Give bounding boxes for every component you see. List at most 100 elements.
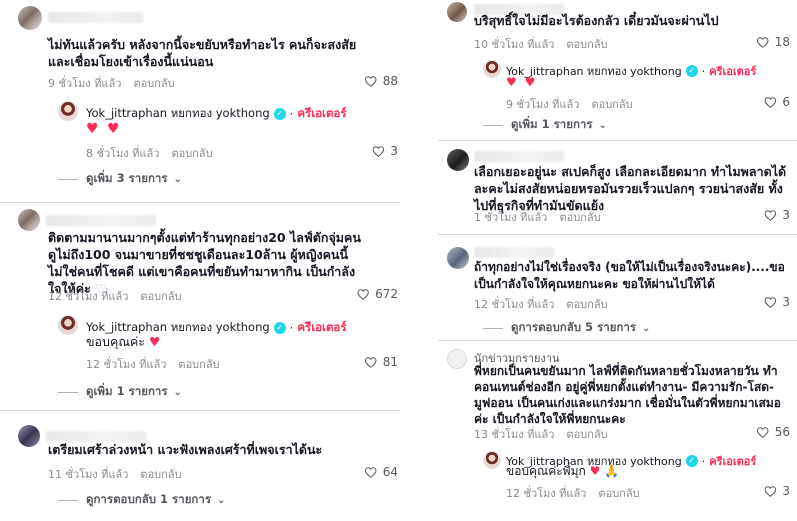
comment-item: ถ้าทุกอย่างไม่ใช่เรื่องจริง (ขอให้ไม่เป็… <box>438 235 797 338</box>
view-more-label: ดูเพิ่ม 1 รายการ <box>86 384 168 398</box>
blurred-username <box>46 215 156 226</box>
like-button[interactable]: 88 <box>365 74 398 88</box>
comment-meta: 13 ชั่วโมง ที่แล้ว ตอบกลับ <box>474 425 608 443</box>
heart-outline-icon <box>764 297 776 308</box>
user-avatar[interactable] <box>447 149 469 171</box>
heart-outline-icon <box>764 486 776 497</box>
creator-reply-meta: 8 ชั่วโมง ที่แล้ว ตอบกลับ <box>86 144 213 162</box>
comment-item: นักข่าวมุกรายงาน พี่หยกเป็นคนขยันมาก ไลฟ… <box>438 341 797 521</box>
reply-button[interactable]: ตอบกลับ <box>140 290 181 303</box>
view-replies[interactable]: ดูการตอบกลับ 1 รายการ ⌄ <box>58 491 225 509</box>
like-button[interactable]: 56 <box>757 425 790 439</box>
creator-avatar[interactable] <box>483 60 501 78</box>
reply-button[interactable]: ตอบกลับ <box>598 487 639 500</box>
reply-button[interactable]: ตอบกลับ <box>566 428 607 441</box>
creator-dot: · <box>701 64 706 78</box>
creator-reply-text: ขอบคุณค่ะพี่มุก ♥ 🙏 <box>506 463 619 480</box>
like-count: 3 <box>390 144 398 158</box>
blurred-username <box>474 247 554 258</box>
creator-name-row: Yok_jittraphan หยกทอง yokthong ✓ · ครีเอ… <box>506 62 756 80</box>
comment-time: 12 ชั่วโมง ที่แล้ว <box>474 298 555 311</box>
comment-item: เตรียมเศร้าล่วงหน้า แวะฟังเพลงเศร้าที่เพ… <box>0 411 400 521</box>
like-button[interactable]: 6 <box>764 95 790 109</box>
view-more-replies[interactable]: ดูเพิ่ม 1 รายการ ⌄ <box>483 116 607 134</box>
comment-text: เตรียมเศร้าล่วงหน้า แวะฟังเพลงเศร้าที่เพ… <box>48 442 323 457</box>
comment-meta: 1 ชั่วโมง ที่แล้ว ตอบกลับ <box>474 208 601 226</box>
reply-button[interactable]: ตอบกลับ <box>140 468 181 481</box>
like-button[interactable]: 81 <box>365 355 398 369</box>
comment-item: เลือกเยอะอยู่นะ สเปคก็สูง เลือกละเอียดมา… <box>438 141 797 233</box>
creator-reply-hearts: ♥ ♥ <box>86 121 122 137</box>
comment-time: 8 ชั่วโมง ที่แล้ว <box>86 147 160 160</box>
reply-button[interactable]: ตอบกลับ <box>559 211 600 224</box>
creator-dot: · <box>701 454 706 468</box>
like-button[interactable]: 64 <box>365 465 398 479</box>
view-more-replies[interactable]: ดูเพิ่ม 1 รายการ ⌄ <box>58 383 182 401</box>
like-count: 64 <box>382 465 398 479</box>
user-avatar[interactable] <box>447 349 467 369</box>
creator-badge: ครีเอเตอร์ <box>709 65 757 78</box>
like-button[interactable]: 3 <box>764 295 790 309</box>
reply-button[interactable]: ตอบกลับ <box>133 77 174 90</box>
verified-icon: ✓ <box>273 322 286 334</box>
comment-meta: 12 ชั่วโมง ที่แล้ว ตอบกลับ <box>474 295 608 313</box>
heart-outline-icon <box>757 427 769 438</box>
like-button[interactable]: 672 <box>357 287 398 301</box>
verified-icon: ✓ <box>273 108 286 120</box>
comment-item: ไม่ทันแล้วครับ หลังจากนี้จะขยับหรือทำอะไ… <box>0 0 400 195</box>
comment-time: 12 ชั่วโมง ที่แล้ว <box>86 358 167 371</box>
user-avatar[interactable] <box>18 425 40 447</box>
user-avatar[interactable] <box>18 209 40 231</box>
user-avatar[interactable] <box>447 2 467 22</box>
view-replies[interactable]: ดูการตอบกลับ 5 รายการ ⌄ <box>483 319 650 337</box>
creator-reply-body: ขอบคุณค่ะ <box>86 334 146 349</box>
heart-emoji-icon: ♥ <box>149 334 161 349</box>
verified-icon: ✓ <box>685 65 698 77</box>
creator-badge: ครีเอเตอร์ <box>297 106 347 120</box>
user-avatar[interactable] <box>447 247 469 269</box>
comment-text: เลือกเยอะอยู่นะ สเปคก็สูง เลือกละเอียดมา… <box>474 164 787 213</box>
comment-time: 12 ชั่วโมง ที่แล้ว <box>48 290 129 303</box>
view-more-label: ดูเพิ่ม 3 รายการ <box>86 171 168 185</box>
divider-dash <box>58 178 78 180</box>
creator-badge: ครีเอเตอร์ <box>297 320 347 334</box>
chevron-down-icon: ⌄ <box>173 173 182 185</box>
like-button[interactable]: 18 <box>757 35 790 49</box>
reply-button[interactable]: ตอบกลับ <box>566 38 607 51</box>
verified-icon: ✓ <box>685 455 698 467</box>
like-count: 6 <box>782 95 790 109</box>
like-count: 672 <box>375 287 398 301</box>
creator-avatar[interactable] <box>58 101 78 121</box>
divider-dash <box>483 124 503 126</box>
creator-avatar[interactable] <box>58 315 78 335</box>
like-button[interactable]: 3 <box>372 144 398 158</box>
comment-time: 10 ชั่วโมง ที่แล้ว <box>474 38 555 51</box>
like-count: 3 <box>782 484 790 498</box>
heart-emoji-icon: ♥ <box>589 464 601 478</box>
like-button[interactable]: 3 <box>764 208 790 222</box>
comment-time: 9 ชั่วโมง ที่แล้ว <box>506 98 580 111</box>
view-more-replies[interactable]: ดูเพิ่ม 3 รายการ ⌄ <box>58 170 182 188</box>
comment-time: 1 ชั่วโมง ที่แล้ว <box>474 211 548 224</box>
comment-text: พี่หยกเป็นคนขยันมาก ไลฟ์ที่ติดกันหลายชั่… <box>474 364 781 426</box>
like-count: 81 <box>382 355 398 369</box>
reply-button[interactable]: ตอบกลับ <box>566 298 607 311</box>
reply-button[interactable]: ตอบกลับ <box>178 358 219 371</box>
creator-reply-body: ขอบคุณค่ะพี่มุก <box>506 464 586 478</box>
user-avatar[interactable] <box>18 6 42 30</box>
like-button[interactable]: 3 <box>764 484 790 498</box>
chevron-down-icon: ⌄ <box>173 386 182 398</box>
creator-avatar[interactable] <box>483 451 501 469</box>
comment-item: ติดตามมานานมากๆตั้งแต่ทำร้านทุกอย่าง20 ไ… <box>0 203 400 408</box>
heart-outline-icon <box>365 467 377 478</box>
heart-outline-icon <box>365 76 377 87</box>
heart-outline-icon <box>357 289 369 300</box>
creator-name-row: Yok_jittraphan หยกทอง yokthong ✓ · ครีเอ… <box>86 105 347 123</box>
like-count: 88 <box>382 74 398 88</box>
comment-time: 12 ชั่วโมง ที่แล้ว <box>506 487 587 500</box>
view-replies-label: ดูการตอบกลับ 5 รายการ <box>511 320 637 334</box>
comment-time: 13 ชั่วโมง ที่แล้ว <box>474 428 555 441</box>
reply-button[interactable]: ตอบกลับ <box>591 98 632 111</box>
creator-reply-meta: 12 ชั่วโมง ที่แล้ว ตอบกลับ <box>506 484 640 502</box>
reply-button[interactable]: ตอบกลับ <box>171 147 212 160</box>
